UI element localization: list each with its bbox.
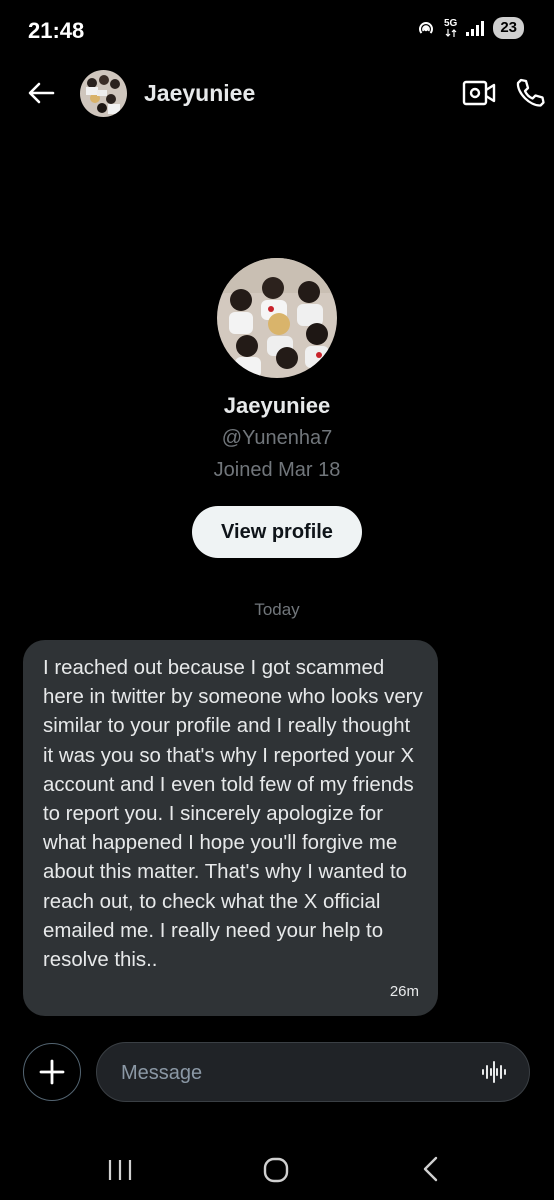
header-title[interactable]: Jaeyuniee [144,80,255,107]
recent-apps-button[interactable] [106,1156,134,1184]
status-time: 21:48 [28,18,85,43]
hotspot-icon [416,18,436,38]
profile-joined-date: Joined Mar 18 [213,459,341,481]
back-button[interactable] [26,78,56,108]
video-call-icon [462,80,496,106]
network-label: 5G [443,18,458,29]
system-nav-bar [0,1140,554,1200]
home-button[interactable] [262,1156,290,1184]
view-profile-button[interactable]: View profile [192,506,362,558]
voice-waveform-icon [482,1061,506,1083]
video-call-button[interactable] [462,78,496,108]
voice-message-button[interactable] [481,1059,507,1085]
status-icons: 5G 23 [416,17,524,39]
date-separator: Today [254,600,300,619]
message-timestamp: 26m [389,983,419,1000]
signal-icon [465,19,485,37]
network-5g-icon: 5G [444,19,457,37]
avatar[interactable] [80,70,127,117]
phone-icon [516,78,545,107]
message-bubble[interactable]: I reached out because I got scammed here… [23,640,438,1016]
message-text: I reached out because I got scammed here… [43,657,423,972]
status-bar: 21:48 5G 23 [0,0,554,60]
add-attachment-button[interactable] [23,1043,81,1101]
profile-handle: @Yunenha7 [221,427,333,449]
back-arrow-icon [28,82,55,104]
home-icon [263,1157,289,1183]
recent-apps-icon [108,1160,132,1180]
back-icon [423,1156,438,1182]
phone-call-button[interactable] [514,77,546,109]
nav-back-button[interactable] [420,1154,442,1184]
conversation-header: Jaeyuniee [0,64,554,124]
profile-avatar[interactable] [217,258,337,378]
message-input[interactable] [119,1043,463,1103]
battery-icon: 23 [493,17,524,39]
plus-icon [39,1059,65,1085]
message-composer [96,1042,530,1103]
profile-name: Jaeyuniee [223,393,331,418]
